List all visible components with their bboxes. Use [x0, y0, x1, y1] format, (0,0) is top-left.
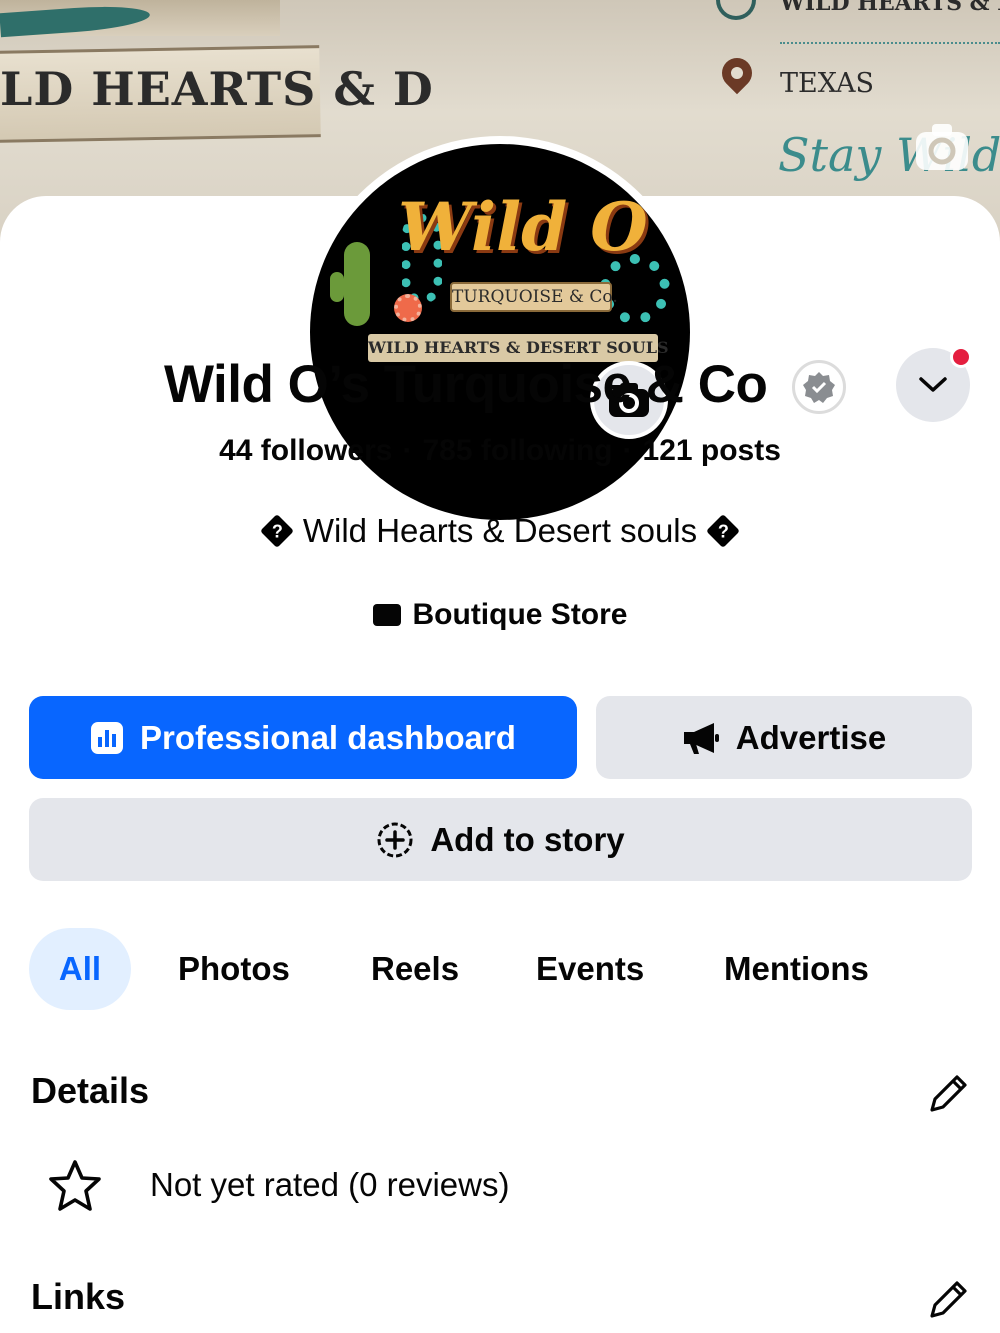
stats-separator: ·	[402, 434, 413, 467]
question-diamond-icon: ?	[259, 514, 294, 548]
details-heading: Details	[31, 1070, 150, 1111]
cover-camera-icon[interactable]	[912, 120, 972, 176]
rating-row[interactable]: Not yet rated (0 reviews)	[46, 1156, 946, 1216]
notification-dot	[950, 346, 972, 368]
cover-sign-top-text: WILD HEARTS & DE	[780, 0, 1000, 16]
tab-mentions[interactable]: Mentions	[724, 928, 869, 1010]
dashboard-chart-icon	[91, 721, 124, 754]
profile-menu-button[interactable]	[896, 346, 972, 422]
profile-stats: 44 followers · 785 following · 121 posts	[0, 434, 1000, 468]
category-text: Boutique Store	[412, 598, 628, 631]
stats-separator: ·	[622, 434, 633, 467]
cover-sign-dotted-line	[780, 42, 1000, 44]
rating-text: Not yet rated (0 reviews)	[150, 1166, 510, 1203]
tab-all[interactable]: All	[29, 928, 131, 1010]
followers-count[interactable]: 44 followers	[219, 434, 392, 467]
links-heading: Links	[31, 1276, 126, 1317]
dashboard-label: Professional dashboard	[140, 718, 516, 756]
profile-sheet: Wild O TURQUOISE & Co. WILD HEARTS & DES…	[0, 136, 1000, 1333]
question-diamond-glyph: ?	[271, 521, 283, 541]
profile-tabs: All Photos Reels Events Mentions	[29, 928, 969, 1010]
add-story-icon	[377, 822, 413, 857]
page-category: Boutique Store	[0, 598, 1000, 632]
bio-text: Wild Hearts & Desert souls	[302, 512, 698, 549]
location-pin-icon	[715, 51, 759, 95]
advertise-label: Advertise	[735, 718, 887, 756]
professional-dashboard-button[interactable]: Professional dashboard	[29, 696, 577, 779]
cover-sign-location: TEXAS	[780, 68, 874, 99]
edit-details-pencil-icon[interactable]	[926, 1070, 972, 1116]
page-title: Wild O’s Turquoise & Co	[164, 355, 768, 414]
chevron-down-icon	[919, 377, 947, 392]
profile-bio: ? Wild Hearts & Desert souls ?	[0, 512, 1000, 550]
page-name-row: Wild O’s Turquoise & Co	[0, 346, 1000, 422]
logo-subtitle: TURQUOISE & Co.	[450, 282, 618, 312]
megaphone-icon	[683, 722, 719, 754]
add-to-story-button[interactable]: Add to story	[29, 798, 972, 881]
following-count[interactable]: 785 following	[422, 434, 612, 467]
profile-picture[interactable]: Wild O TURQUOISE & Co. WILD HEARTS & DES…	[302, 136, 698, 528]
edit-links-pencil-icon[interactable]	[926, 1276, 972, 1322]
flower-graphic	[394, 294, 422, 322]
store-icon	[372, 604, 401, 626]
posts-count[interactable]: 121 posts	[643, 434, 781, 467]
peace-sign-icon	[716, 0, 756, 20]
tab-photos[interactable]: Photos	[178, 928, 290, 1010]
advertise-button[interactable]: Advertise	[596, 696, 972, 779]
logo-title: Wild O	[398, 188, 648, 266]
verified-badge-icon[interactable]	[792, 360, 846, 414]
cactus-graphic	[330, 242, 370, 326]
tab-events[interactable]: Events	[536, 928, 644, 1010]
tab-reels[interactable]: Reels	[371, 928, 459, 1010]
star-icon	[49, 1160, 101, 1211]
add-to-story-label: Add to story	[430, 820, 625, 858]
question-diamond-glyph: ?	[717, 521, 729, 541]
question-diamond-icon: ?	[706, 514, 741, 548]
cover-sign-text-left: LD HEARTS & D	[0, 62, 434, 116]
